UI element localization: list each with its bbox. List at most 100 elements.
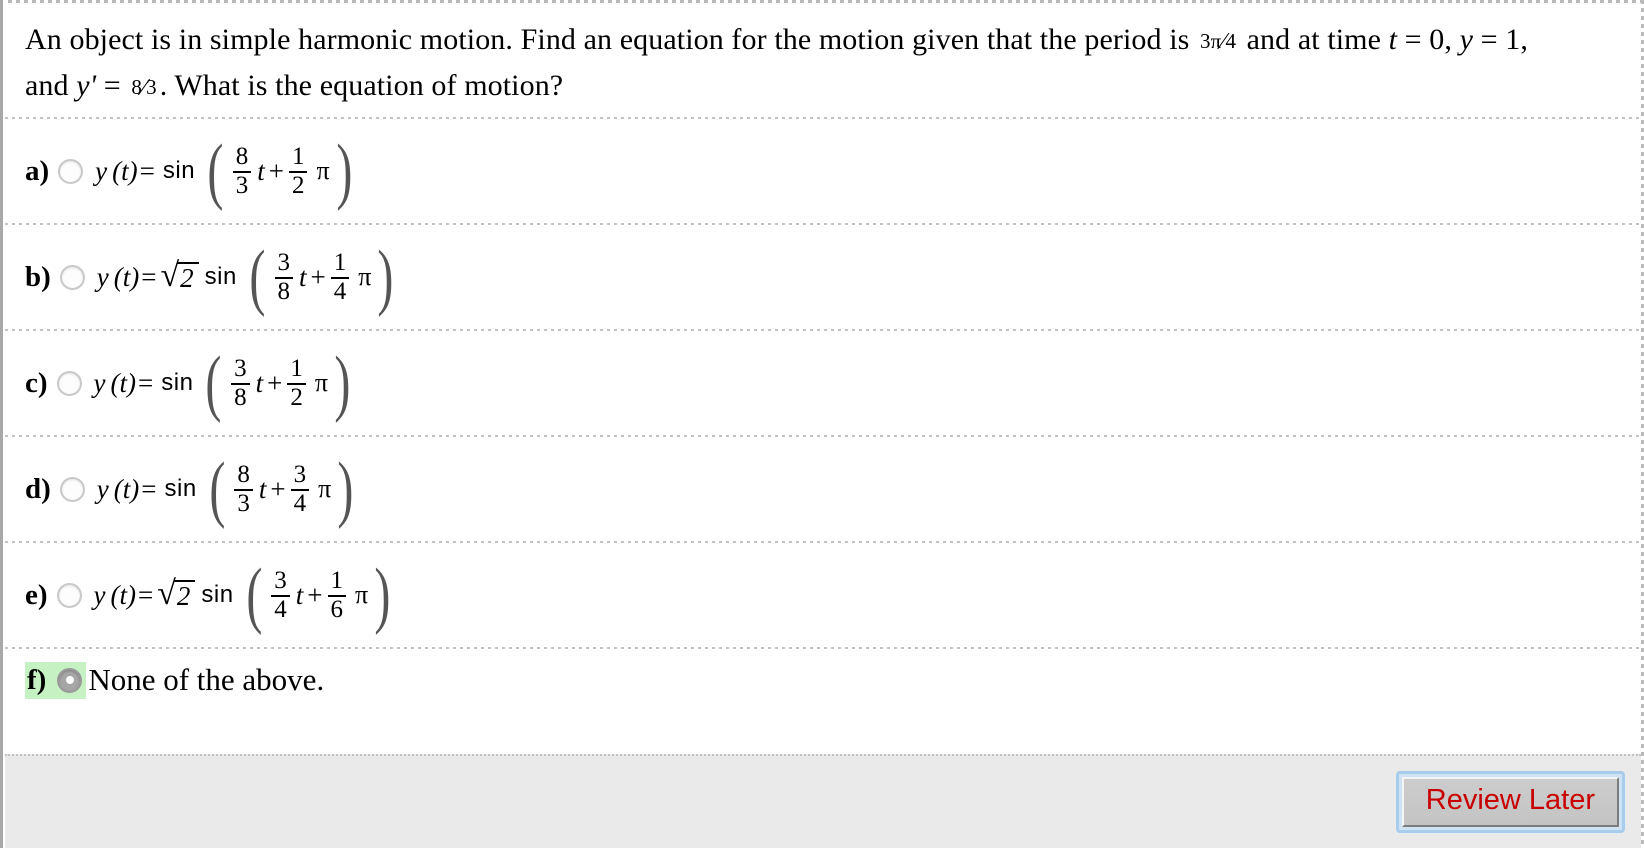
formula-function-sin: sin <box>201 581 234 608</box>
coef-numerator: 3 <box>234 355 247 382</box>
formula-equals: = <box>138 367 154 398</box>
paren-close: ) <box>334 341 351 424</box>
stem-text-part2: and at time <box>1239 23 1389 56</box>
formula-variable-t: t <box>295 579 304 610</box>
option-row-b[interactable]: b) y (t) = √ 2 sin ( 38 t + 14 π ) <box>5 225 1641 329</box>
paren-open: ( <box>207 129 224 212</box>
phase-denominator: 4 <box>290 488 310 517</box>
question-stem: An object is in simple harmonic motion. … <box>5 3 1641 117</box>
phase-numerator: 1 <box>333 249 347 276</box>
radio-option-e[interactable] <box>56 582 82 608</box>
question-footer-bar: Review Later <box>5 754 1641 848</box>
radicand: 2 <box>177 261 199 293</box>
formula-variable-t: t <box>257 155 265 186</box>
option-row-d[interactable]: d) y (t) = sin ( 83 t + 34 π ) <box>5 437 1641 541</box>
paren-close: ) <box>335 129 352 212</box>
phase-numerator: 1 <box>291 143 305 170</box>
t-value: = 0, <box>1397 23 1460 56</box>
option-letter-a: a) <box>25 154 50 187</box>
option-row-f[interactable]: f) None of the above. <box>5 649 1641 711</box>
formula-pi: π <box>314 368 328 397</box>
phase-denominator: 4 <box>330 276 350 305</box>
y-prime-equals: = <box>96 69 129 102</box>
option-row-e[interactable]: e) y (t) = √ 2 sin ( 34 t + 16 π ) <box>5 543 1641 647</box>
coef-numerator: 3 <box>277 249 291 276</box>
formula-pi: π <box>358 262 372 291</box>
period-denominator: 4 <box>1225 29 1237 54</box>
selected-option-highlight: f) <box>25 661 87 699</box>
formula-fraction-coef: 38 <box>274 249 294 305</box>
formula-fraction-phase: 12 <box>288 143 308 199</box>
coef-denominator: 8 <box>274 276 294 305</box>
variable-t: t <box>1388 23 1398 56</box>
coef-denominator: 4 <box>271 594 290 623</box>
formula-fraction-phase: 34 <box>290 461 310 517</box>
phase-denominator: 2 <box>287 382 306 411</box>
yprime-denominator: 3 <box>146 75 157 100</box>
phase-numerator: 3 <box>293 461 307 488</box>
coef-denominator: 3 <box>234 488 253 517</box>
formula-pi: π <box>355 580 369 609</box>
option-letter-b: b) <box>25 260 51 293</box>
option-row-a[interactable]: a) y (t) = sin ( 83 t + 12 π ) <box>5 119 1641 223</box>
formula-fraction-coef: 34 <box>271 568 290 622</box>
formula-fraction-phase: 16 <box>327 567 346 623</box>
option-row-c[interactable]: c) y (t) = sin ( 38 t + 12 π ) <box>5 331 1641 435</box>
phase-denominator: 6 <box>327 594 346 623</box>
phase-denominator: 2 <box>288 170 308 199</box>
y-value: = 1, <box>1473 23 1528 56</box>
radio-option-a[interactable] <box>58 158 84 184</box>
option-letter-c: c) <box>25 366 48 399</box>
formula-lhs-y: y <box>96 473 109 504</box>
formula-function-sin: sin <box>204 263 237 290</box>
square-root-icon: √ 2 <box>161 258 199 293</box>
formula-fraction-coef: 83 <box>232 144 252 199</box>
review-later-button[interactable]: Review Later <box>1401 777 1619 827</box>
formula-fraction-phase: 14 <box>330 249 350 305</box>
formula-lhs-arg: (t) <box>113 261 140 292</box>
formula-variable-t: t <box>258 473 267 504</box>
paren-open: ( <box>245 553 262 636</box>
formula-fraction-coef: 38 <box>231 356 250 410</box>
square-root-icon: √ 2 <box>157 576 196 611</box>
formula-lhs-arg: (t) <box>110 367 136 398</box>
formula-function-sin: sin <box>164 475 197 502</box>
formula-function-sin: sin <box>162 157 196 184</box>
coef-numerator: 8 <box>237 461 250 488</box>
radio-option-f[interactable] <box>57 667 83 693</box>
option-text-f: None of the above. <box>88 662 325 697</box>
formula-plus: + <box>270 473 286 504</box>
coef-denominator: 3 <box>232 170 252 199</box>
question-content: An object is in simple harmonic motion. … <box>5 3 1641 848</box>
phase-numerator: 1 <box>330 567 344 594</box>
paren-open: ( <box>249 235 266 318</box>
option-formula-c: y (t) = sin ( 38 t + 12 π ) <box>93 341 357 424</box>
formula-equals: = <box>141 473 157 504</box>
paren-open: ( <box>209 447 226 530</box>
yprime-numerator: 8 <box>131 75 142 100</box>
formula-variable-t: t <box>255 367 264 398</box>
stem-line2-prefix: and <box>25 69 77 102</box>
formula-lhs-arg: (t) <box>112 155 138 186</box>
formula-equals: = <box>138 579 154 610</box>
quiz-question-panel: An object is in simple harmonic motion. … <box>0 0 1644 848</box>
formula-lhs-y: y <box>96 261 109 292</box>
formula-equals: = <box>139 155 155 186</box>
radio-option-b[interactable] <box>59 264 85 290</box>
formula-function-sin: sin <box>161 369 194 396</box>
radio-option-c[interactable] <box>56 370 82 396</box>
variable-y: y <box>1459 23 1474 56</box>
coef-denominator: 8 <box>231 382 250 411</box>
formula-lhs-y: y <box>93 367 106 398</box>
phase-numerator: 1 <box>290 355 303 382</box>
radio-option-d[interactable] <box>59 476 85 502</box>
option-formula-d: y (t) = sin ( 83 t + 34 π ) <box>96 447 360 530</box>
stem-text-part1: An object is in simple harmonic motion. … <box>25 23 1198 56</box>
paren-close: ) <box>337 447 354 530</box>
formula-plus: + <box>268 155 284 186</box>
stem-line2-suffix: . What is the equation of motion? <box>159 69 564 102</box>
option-letter-d: d) <box>25 472 51 505</box>
paren-close: ) <box>377 235 394 318</box>
formula-equals: = <box>141 261 157 292</box>
paren-close: ) <box>374 553 391 636</box>
